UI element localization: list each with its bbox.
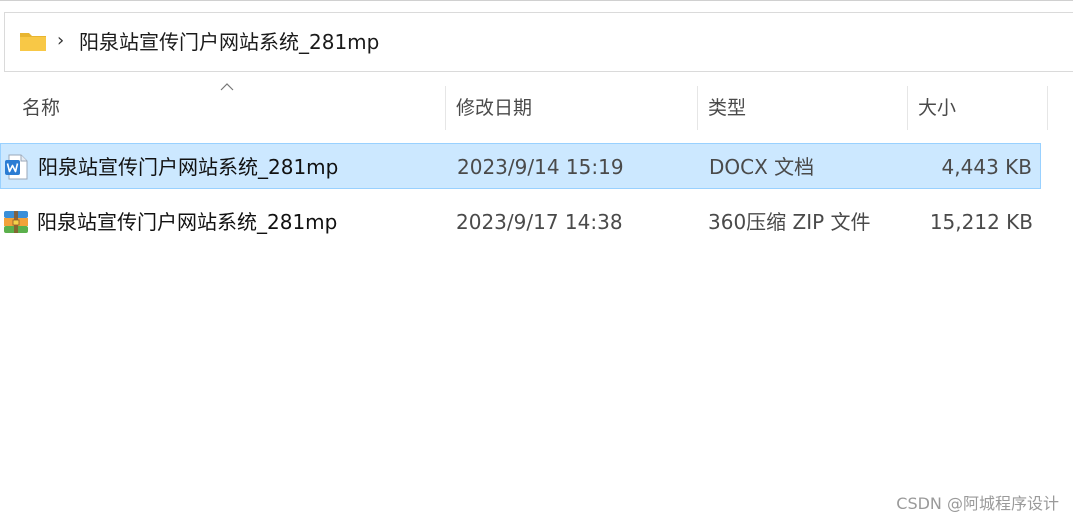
file-name[interactable]: 阳泉站宣传门户网站系统_281mp — [38, 144, 338, 190]
column-divider[interactable] — [445, 86, 446, 130]
window-top-border — [0, 0, 1073, 1]
word-document-icon — [5, 154, 28, 180]
column-divider[interactable] — [697, 86, 698, 130]
file-modified-date: 2023/9/14 15:19 — [457, 155, 624, 179]
file-type: 360压缩 ZIP 文件 — [708, 210, 871, 234]
column-header-type[interactable]: 类型 — [708, 94, 746, 124]
file-row[interactable]: 阳泉站宣传门户网站系统_281mp 2023/9/14 15:19 DOCX 文… — [0, 143, 1041, 189]
column-header-size[interactable]: 大小 — [918, 94, 956, 124]
file-name[interactable]: 阳泉站宣传门户网站系统_281mp — [37, 199, 337, 245]
breadcrumb-current-folder[interactable]: 阳泉站宣传门户网站系统_281mp — [79, 29, 379, 55]
file-size: 4,443 KB — [941, 155, 1032, 179]
column-header-name[interactable]: 名称 — [22, 94, 60, 124]
column-divider[interactable] — [1047, 86, 1048, 130]
folder-icon — [20, 33, 46, 51]
address-bar[interactable]: › 阳泉站宣传门户网站系统_281mp — [4, 12, 1073, 72]
watermark-text: CSDN @阿城程序设计 — [896, 494, 1059, 513]
column-divider[interactable] — [907, 86, 908, 130]
sort-ascending-icon — [220, 83, 234, 91]
breadcrumb-separator[interactable]: › — [57, 31, 64, 51]
file-row[interactable]: 阳泉站宣传门户网站系统_281mp 2023/9/17 14:38 360压缩 … — [0, 199, 1041, 245]
file-modified-date: 2023/9/17 14:38 — [456, 210, 623, 234]
file-size: 15,212 KB — [929, 210, 1033, 234]
zip-archive-icon — [4, 211, 28, 233]
column-header-date[interactable]: 修改日期 — [456, 94, 532, 124]
file-type: DOCX 文档 — [709, 155, 815, 179]
